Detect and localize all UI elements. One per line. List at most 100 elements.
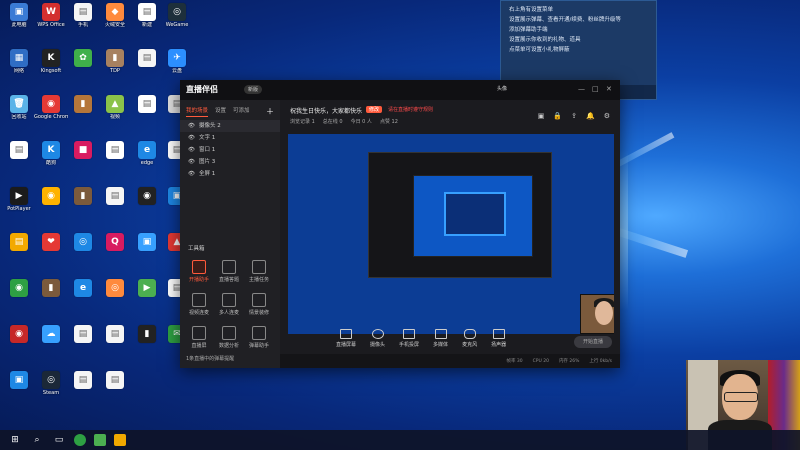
desktop-icon[interactable]: ✈ 云盘 [160,48,194,84]
scene-item[interactable]: 👁 图片 3 [180,156,280,168]
tab-my-scenes[interactable]: 我的场景 [186,106,209,117]
scene-item[interactable]: 👁 文字 1 [180,132,280,144]
speaker-button[interactable]: 扬声器 [491,328,506,348]
search-icon[interactable]: ⌕ [30,433,44,447]
eye-icon[interactable]: 👁 [188,168,195,180]
desktop-icon[interactable]: ◎ [98,278,132,314]
desktop-icon[interactable]: ✿ [66,48,100,84]
desktop-icon[interactable]: ▮ [66,186,100,222]
desktop-icon[interactable]: ◎ [66,232,100,268]
desktop-icon[interactable]: ◎ Steam [34,370,68,406]
desktop-icon[interactable]: ▶ PotPlayer [2,186,36,222]
desktop-icon[interactable]: ▤ [66,324,100,360]
scene-item[interactable]: 👁 窗口 1 [180,144,280,156]
add-scene-icon[interactable]: ＋ [266,106,274,117]
add-screen-button[interactable]: 直播屏幕 [336,328,356,348]
desktop-icon[interactable]: ▣ [130,232,164,268]
desktop-icon[interactable]: ◉ [2,324,36,360]
desktop-icon[interactable]: ▤ [130,94,164,130]
eye-icon[interactable]: 👁 [188,156,195,168]
minimize-button[interactable]: — [578,85,585,93]
desktop-icon[interactable]: ▮ TDP [98,48,132,84]
mic-button[interactable]: 麦克风 [462,328,477,348]
desktop-icon[interactable]: 🗑 回收站 [2,94,36,130]
app-icon: ▶ [138,279,156,297]
desktop-icon[interactable]: ▮ [66,94,100,130]
desktop-icon[interactable]: ▦ 网络 [2,48,36,84]
desktop-icon[interactable]: Q [98,232,132,268]
desktop-icon[interactable]: ☁ [34,324,68,360]
desktop-icon[interactable]: ◉ [2,278,36,314]
close-button[interactable]: ✕ [606,85,612,93]
stream-preview [288,134,614,334]
desktop-icon[interactable]: ■ [66,140,100,176]
taskbar-app[interactable] [74,434,86,446]
desktop-icon[interactable]: ▣ [2,370,36,406]
desktop-icon[interactable]: ▤ 手机 [66,2,100,38]
taskbar-app[interactable] [94,434,106,446]
desktop-icon[interactable]: ▤ 新建 [130,2,164,38]
phone-cast-button[interactable]: 手机投屏 [399,328,419,348]
desktop-icon[interactable]: ▤ [130,48,164,84]
eye-icon[interactable]: 👁 [188,144,195,156]
desktop-icon[interactable]: ◉Google Chrome [34,94,68,130]
media-button[interactable]: 多媒体 [433,328,448,348]
scene-item[interactable]: 👁 摄像头 2 [180,120,280,132]
desktop-icon[interactable]: ▤ [2,140,36,176]
start-button[interactable]: ⊞ [8,433,22,447]
tool-danmaku[interactable]: 弹幕助手 [244,326,274,349]
desktop-icon[interactable]: ◉ [34,186,68,222]
tool-decor[interactable]: 情景装修 [244,293,274,316]
desktop-icon[interactable]: ▣ 此电脑 [2,2,36,38]
desktop-icon-label: Steam [42,390,60,396]
eye-icon[interactable]: 👁 [188,120,195,132]
desktop-icon[interactable]: e [66,278,100,314]
lock-icon[interactable]: 🔒 [553,112,562,120]
desktop-icon[interactable]: K Kingsoft [34,48,68,84]
tool-tasks[interactable]: 主播任务 [244,260,274,283]
tool-video-link[interactable]: 视频连麦 [184,293,214,316]
user-avatar-button[interactable]: 头像 [497,85,507,92]
settings-gear-icon[interactable]: ⚙ [604,112,610,120]
desktop-icon[interactable]: ▮ [34,278,68,314]
preview-nested-screen [413,175,533,257]
desktop-icon[interactable]: ◉ [130,186,164,222]
tool-multi-link[interactable]: 多人连麦 [214,293,244,316]
desktop-icon[interactable]: ◎ WeGame [160,2,194,38]
start-live-button[interactable]: 开始直播 [574,336,612,348]
version-badge[interactable]: 新版 [244,85,263,94]
tab-addable[interactable]: 可添加 [233,106,250,117]
desktop-icon[interactable]: ❤ [34,232,68,268]
desktop-icon[interactable]: ▶ [130,278,164,314]
edit-title-button[interactable]: 修改 [366,106,383,113]
tool-live-assistant[interactable]: 开播助手 [184,260,214,283]
desktop-icon[interactable]: ▤ [66,370,100,406]
maximize-button[interactable]: □ [592,85,599,93]
desktop-icon[interactable]: ▮ [130,324,164,360]
tool-live-screen[interactable]: 直播屏 [184,326,214,349]
desktop-icon[interactable]: K 酷狗 [34,140,68,176]
desktop-icon[interactable]: ▤ [98,186,132,222]
bell-icon[interactable]: 🔔 [586,112,595,120]
desktop-icon[interactable]: ◆ 火绒安全 [98,2,132,38]
task-view-icon[interactable]: ▭ [52,433,66,447]
tool-icon [252,260,266,274]
desktop-icon[interactable]: ▤ [98,370,132,406]
taskbar-app[interactable] [114,434,126,446]
desktop-icon[interactable]: W WPS Office [34,2,68,38]
scene-item[interactable]: 👁 全屏 1 [180,168,280,180]
share-icon[interactable]: ⇪ [571,112,577,120]
add-camera-button[interactable]: 摄像头 [370,328,385,348]
desktop-icon-label: 视频 [109,114,120,120]
screenshot-icon[interactable]: ▣ [538,112,545,120]
desktop-icon[interactable]: ▤ [98,324,132,360]
tool-quiz[interactable]: 直播答题 [214,260,244,283]
desktop-icon[interactable]: ▤ [2,232,36,268]
app-icon: ▤ [106,141,124,159]
desktop-icon[interactable]: e edge [130,140,164,176]
desktop-icon[interactable]: ▤ [98,140,132,176]
tool-analytics[interactable]: 数据分析 [214,326,244,349]
eye-icon[interactable]: 👁 [188,132,195,144]
desktop-icon[interactable]: ▲ 视频 [98,94,132,130]
tab-settings[interactable]: 设置 [215,106,226,117]
